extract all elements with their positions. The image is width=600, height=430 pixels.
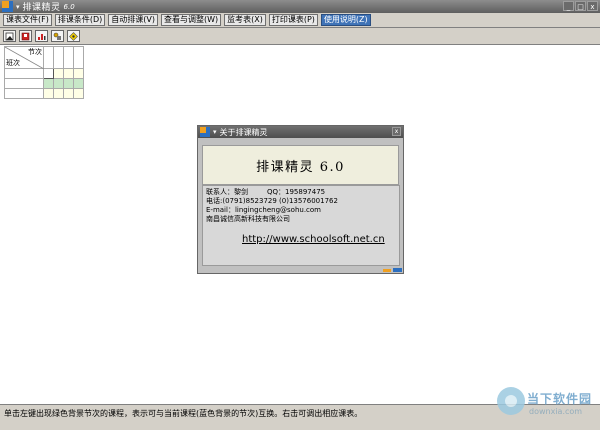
- menu-item-proctor[interactable]: 监考表(X): [224, 14, 266, 26]
- menu-item-view-adjust[interactable]: 查看与调整(W): [160, 14, 222, 26]
- lock-key-button[interactable]: [51, 30, 64, 42]
- grid-cell[interactable]: [53, 46, 64, 69]
- grid-cell[interactable]: [73, 46, 84, 69]
- watermark-name: 当下软件园: [527, 392, 593, 406]
- grid-cell[interactable]: [43, 88, 54, 99]
- about-dialog: ▾ 关于排课精灵 x 排课精灵 6.0 联系人：黎剑 QQ：195897475 …: [197, 125, 404, 274]
- grid-cell[interactable]: [43, 78, 54, 89]
- grid-corner-header: 节次 班次: [4, 46, 44, 69]
- grid-cell[interactable]: [63, 46, 74, 69]
- website-link[interactable]: http://www.schoolsoft.net.cn: [242, 234, 385, 245]
- dialog-title: 关于排课精灵: [219, 127, 268, 137]
- app-version: 6.0: [63, 2, 75, 11]
- dialog-header-panel: 排课精灵 6.0: [202, 145, 399, 185]
- contact-panel: 联系人：黎剑 QQ：195897475 电话:(0791)8523729 (0)…: [202, 185, 400, 266]
- grid-row-label[interactable]: [4, 88, 44, 99]
- timetable-grid: 节次 班次: [4, 46, 84, 99]
- menu-item-file[interactable]: 课表文件(F): [3, 14, 52, 26]
- window-controls: _ □ x: [562, 1, 598, 11]
- grid-cell[interactable]: [63, 78, 74, 89]
- menu-bar: 课表文件(F) 排课条件(D) 自动排课(V) 查看与调整(W) 监考表(X) …: [0, 13, 600, 28]
- dialog-close-button[interactable]: x: [392, 127, 401, 136]
- watermark-logo: 当下软件园 downxia.com: [497, 385, 595, 423]
- grid-cell[interactable]: [73, 78, 84, 89]
- company-name: 南昌诚信高新科技有限公司: [206, 215, 290, 223]
- dialog-title-bar[interactable]: ▾ 关于排课精灵 x: [198, 126, 403, 138]
- status-text: 单击左键出现绿色背景节次的课程，表示可与当前课程(蓝色背景的节次)互换。右击可调…: [4, 409, 363, 418]
- watermark-site: downxia.com: [529, 407, 583, 416]
- menu-item-help[interactable]: 使用说明(Z): [320, 14, 371, 26]
- grid-row-label[interactable]: [4, 78, 44, 89]
- help-diamond-button[interactable]: [67, 30, 80, 42]
- new-file-icon: [5, 32, 14, 40]
- grid-cell[interactable]: [63, 88, 74, 99]
- menu-item-conditions[interactable]: 排课条件(D): [54, 14, 106, 26]
- app-title: 排课精灵: [22, 3, 61, 13]
- app-logo-icon: [200, 127, 210, 137]
- menu-item-print[interactable]: 打印课表(P): [268, 14, 318, 26]
- new-file-button[interactable]: [3, 30, 16, 42]
- chart-icon: [38, 33, 46, 40]
- product-name: 排课精灵 6.0: [256, 159, 345, 175]
- grid-cell[interactable]: [53, 68, 64, 79]
- dialog-grip-orange: [383, 269, 391, 272]
- grid-cell[interactable]: [53, 88, 64, 99]
- grid-row-label[interactable]: [4, 68, 44, 79]
- open-file-icon: [21, 32, 30, 40]
- period-header: 节次: [28, 48, 42, 56]
- class-header: 班次: [6, 59, 20, 67]
- minimize-button[interactable]: _: [563, 1, 574, 11]
- grid-cell[interactable]: [53, 78, 64, 89]
- chart-button[interactable]: [35, 30, 48, 42]
- grid-cell[interactable]: [43, 46, 54, 69]
- help-diamond-icon: [69, 31, 78, 41]
- app-logo-icon: [2, 1, 13, 12]
- grid-cell[interactable]: [73, 88, 84, 99]
- dialog-grip-blue: [393, 268, 402, 272]
- grid-cell[interactable]: [63, 68, 74, 79]
- grid-cell[interactable]: [73, 68, 84, 79]
- menu-item-auto-schedule[interactable]: 自动排课(V): [108, 14, 158, 26]
- maximize-button[interactable]: □: [575, 1, 586, 11]
- system-menu-arrow-icon[interactable]: ▾: [213, 128, 217, 136]
- title-bar: ▾ 排课精灵 6.0 _ □ x: [0, 0, 600, 13]
- watermark-circle-icon: [497, 387, 525, 415]
- grid-cell[interactable]: [43, 68, 54, 79]
- system-menu-arrow-icon[interactable]: ▾: [16, 3, 20, 11]
- toolbar: [0, 28, 600, 45]
- close-button[interactable]: x: [587, 1, 598, 11]
- lock-key-icon: [53, 32, 61, 40]
- open-file-button[interactable]: [19, 30, 32, 42]
